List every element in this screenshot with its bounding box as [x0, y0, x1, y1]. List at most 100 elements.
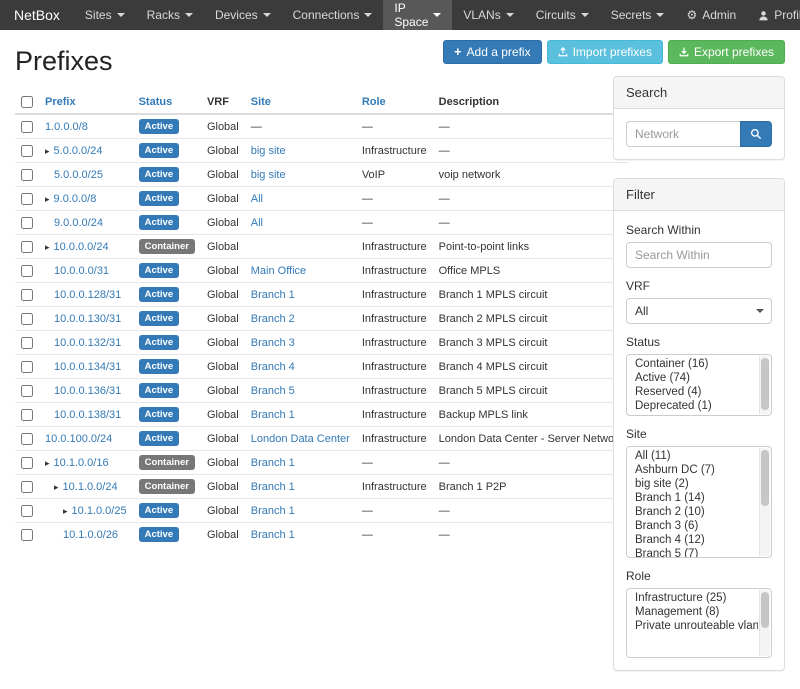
- row-checkbox-cell: [15, 114, 39, 139]
- nav-item-vlans[interactable]: VLANs: [452, 0, 524, 30]
- site-link[interactable]: Branch 1: [251, 529, 295, 541]
- prefix-link[interactable]: 10.0.0.132/31: [54, 337, 121, 349]
- prefix-link[interactable]: 10.0.0.0/24: [54, 241, 109, 253]
- status-badge: Active: [139, 527, 180, 542]
- site-cell: Branch 1: [245, 403, 356, 427]
- row-checkbox[interactable]: [21, 193, 33, 205]
- select-option[interactable]: big site (2): [627, 477, 758, 491]
- row-checkbox[interactable]: [21, 385, 33, 397]
- site-link[interactable]: Main Office: [251, 265, 306, 277]
- site-listbox[interactable]: All (11)Ashburn DC (7)big site (2)Branch…: [626, 446, 772, 558]
- prefix-link[interactable]: 5.0.0.0/24: [54, 145, 103, 157]
- site-link[interactable]: Branch 2: [251, 313, 295, 325]
- export-prefixes-button[interactable]: Export prefixes: [668, 40, 785, 64]
- row-checkbox[interactable]: [21, 289, 33, 301]
- site-link[interactable]: Branch 1: [251, 289, 295, 301]
- status-badge: Active: [139, 335, 180, 350]
- prefix-link[interactable]: 10.0.0.134/31: [54, 361, 121, 373]
- prefix-link[interactable]: 10.0.0.130/31: [54, 313, 121, 325]
- prefix-cell: ▸10.1.0.0/16: [39, 451, 133, 475]
- nav-item-racks[interactable]: Racks: [136, 0, 204, 30]
- row-checkbox[interactable]: [21, 241, 33, 253]
- prefix-link[interactable]: 10.0.100.0/24: [45, 433, 112, 445]
- row-checkbox[interactable]: [21, 457, 33, 469]
- site-link[interactable]: Branch 1: [251, 409, 295, 421]
- site-link[interactable]: Branch 4: [251, 361, 295, 373]
- admin-link[interactable]: ⚙ Admin: [675, 0, 747, 30]
- row-checkbox[interactable]: [21, 337, 33, 349]
- select-option[interactable]: Private unrouteable vlan (8): [627, 619, 758, 633]
- row-checkbox[interactable]: [21, 529, 33, 541]
- select-option[interactable]: Branch 1 (14): [627, 491, 758, 505]
- row-checkbox[interactable]: [21, 265, 33, 277]
- prefix-link[interactable]: 10.0.0.136/31: [54, 385, 121, 397]
- role-scrollbar[interactable]: [759, 590, 770, 656]
- prefix-link[interactable]: 5.0.0.0/25: [54, 169, 103, 181]
- import-prefixes-button[interactable]: Import prefixes: [547, 40, 663, 64]
- select-option[interactable]: Ashburn DC (7): [627, 463, 758, 477]
- row-checkbox-cell: [15, 187, 39, 211]
- status-scrollbar[interactable]: [759, 356, 770, 414]
- nav-item-ip-space[interactable]: IP Space: [383, 0, 452, 30]
- prefix-link[interactable]: 10.1.0.0/24: [63, 481, 118, 493]
- select-option[interactable]: Management (8): [627, 605, 758, 619]
- prefix-link[interactable]: 9.0.0.0/8: [54, 193, 97, 205]
- sort-site-link[interactable]: Site: [251, 96, 271, 108]
- prefix-link[interactable]: 1.0.0.0/8: [45, 121, 88, 133]
- sort-status-link[interactable]: Status: [139, 96, 173, 108]
- row-checkbox[interactable]: [21, 409, 33, 421]
- search-button[interactable]: [740, 121, 772, 147]
- select-option[interactable]: Deprecated (1): [627, 399, 758, 413]
- prefix-link[interactable]: 10.0.0.0/31: [54, 265, 109, 277]
- select-option[interactable]: Branch 5 (7): [627, 547, 758, 558]
- select-option[interactable]: Active (74): [627, 371, 758, 385]
- site-link[interactable]: Branch 1: [251, 481, 295, 493]
- row-checkbox[interactable]: [21, 169, 33, 181]
- site-link[interactable]: big site: [251, 145, 286, 157]
- nav-item-connections[interactable]: Connections: [282, 0, 384, 30]
- prefix-link[interactable]: 10.0.0.128/31: [54, 289, 121, 301]
- select-option[interactable]: Container (16): [627, 357, 758, 371]
- select-option[interactable]: Infrastructure (25): [627, 591, 758, 605]
- row-checkbox[interactable]: [21, 361, 33, 373]
- role-listbox[interactable]: Infrastructure (25)Management (8)Private…: [626, 588, 772, 658]
- site-scrollbar[interactable]: [759, 448, 770, 556]
- sort-role-link[interactable]: Role: [362, 96, 386, 108]
- prefix-link[interactable]: 10.1.0.0/16: [54, 457, 109, 469]
- row-checkbox[interactable]: [21, 313, 33, 325]
- site-link[interactable]: big site: [251, 169, 286, 181]
- select-option[interactable]: Reserved (4): [627, 385, 758, 399]
- row-checkbox[interactable]: [21, 433, 33, 445]
- search-within-input[interactable]: [626, 242, 772, 268]
- prefix-link[interactable]: 10.1.0.0/26: [63, 529, 118, 541]
- site-link[interactable]: Branch 3: [251, 337, 295, 349]
- prefix-link[interactable]: 10.0.0.138/31: [54, 409, 121, 421]
- brand-logo[interactable]: NetBox: [0, 0, 74, 30]
- select-option[interactable]: Branch 2 (10): [627, 505, 758, 519]
- table-row: 10.0.0.134/31ActiveGlobalBranch 4Infrast…: [15, 355, 629, 379]
- row-checkbox[interactable]: [21, 145, 33, 157]
- select-option[interactable]: Branch 4 (12): [627, 533, 758, 547]
- add-prefix-button[interactable]: + Add a prefix: [443, 40, 542, 64]
- nav-item-sites[interactable]: Sites: [74, 0, 136, 30]
- status-listbox[interactable]: Container (16)Active (74)Reserved (4)Dep…: [626, 354, 772, 416]
- prefix-link[interactable]: 9.0.0.0/24: [54, 217, 103, 229]
- row-checkbox[interactable]: [21, 217, 33, 229]
- select-all-checkbox[interactable]: [21, 96, 33, 108]
- row-checkbox[interactable]: [21, 121, 33, 133]
- sort-prefix-link[interactable]: Prefix: [45, 96, 76, 108]
- vrf-select[interactable]: All: [626, 298, 772, 324]
- nav-item-devices[interactable]: Devices: [204, 0, 282, 30]
- site-link[interactable]: All: [251, 217, 263, 229]
- profile-link[interactable]: Profile: [747, 0, 800, 30]
- site-link[interactable]: All: [251, 193, 263, 205]
- row-checkbox[interactable]: [21, 481, 33, 493]
- select-option[interactable]: Branch 3 (6): [627, 519, 758, 533]
- nav-item-secrets[interactable]: Secrets: [600, 0, 676, 30]
- select-option[interactable]: All (11): [627, 449, 758, 463]
- site-link[interactable]: Branch 1: [251, 457, 295, 469]
- site-link[interactable]: London Data Center: [251, 433, 350, 445]
- search-input[interactable]: [626, 121, 740, 147]
- nav-item-circuits[interactable]: Circuits: [525, 0, 600, 30]
- site-link[interactable]: Branch 5: [251, 385, 295, 397]
